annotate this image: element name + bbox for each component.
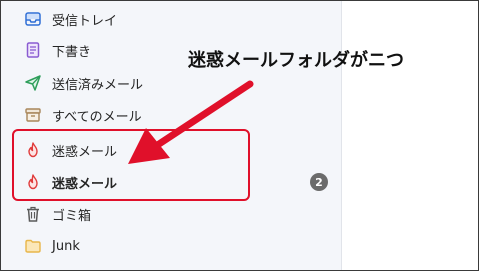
screenshot-frame [0, 0, 479, 271]
